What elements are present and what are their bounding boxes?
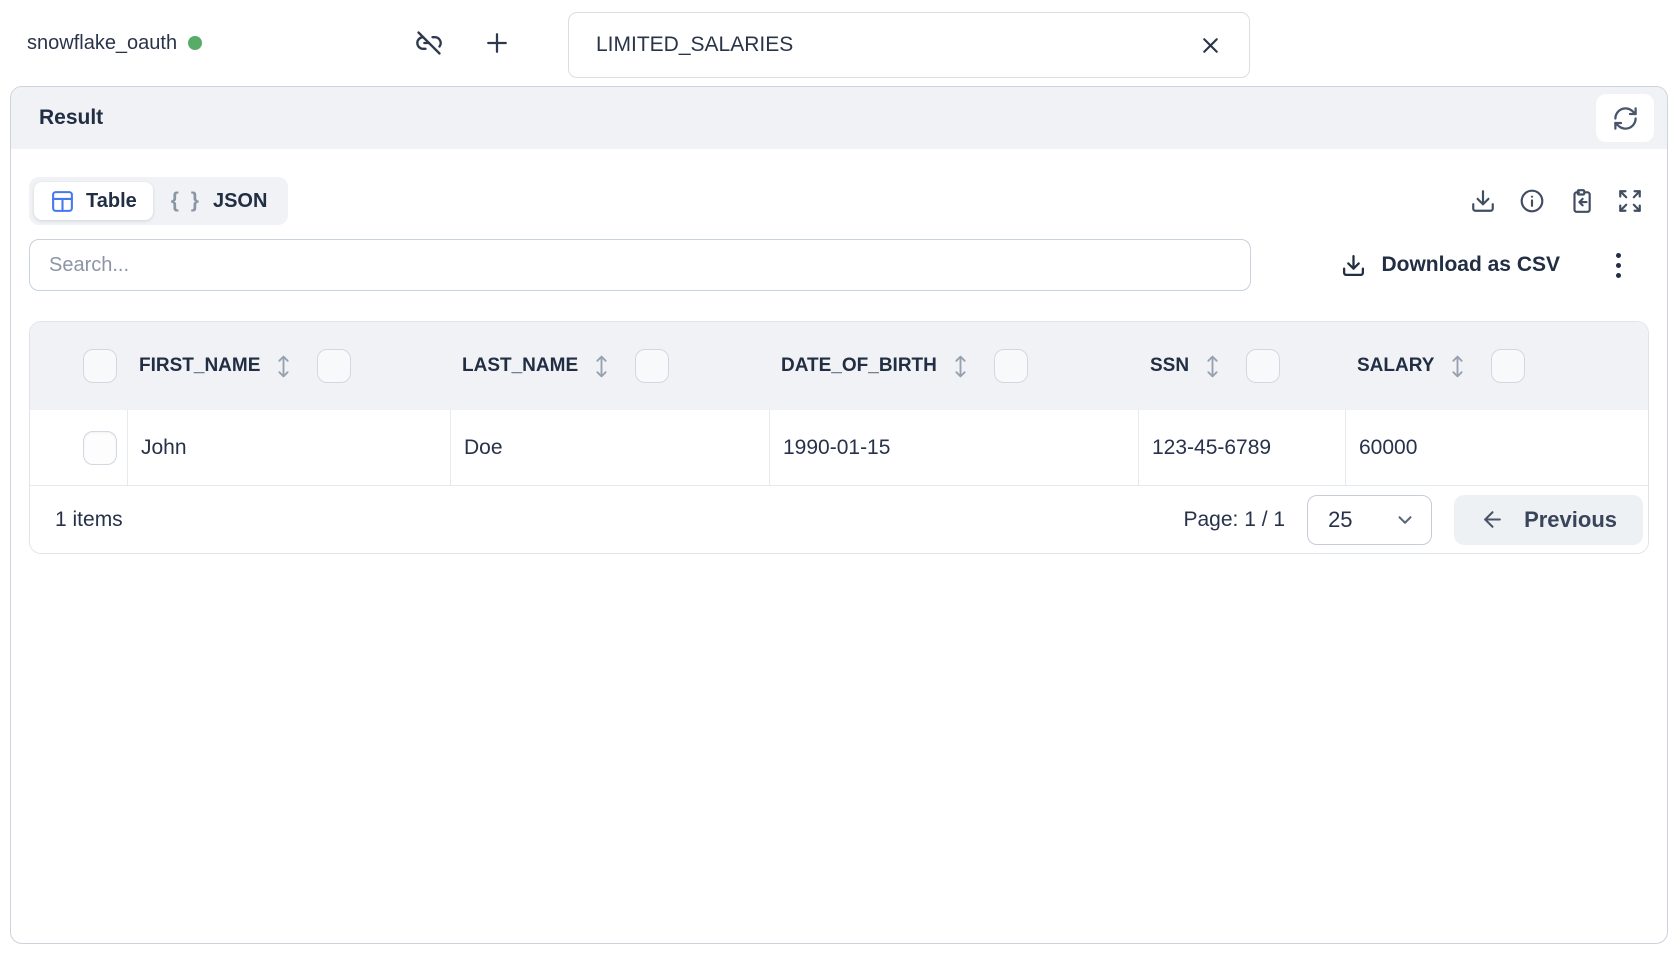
column-header-last-name: LAST_NAME bbox=[450, 322, 769, 410]
plus-icon bbox=[482, 28, 512, 58]
kebab-menu-icon bbox=[1616, 253, 1621, 258]
items-count: 1 items bbox=[55, 508, 123, 532]
page-size-value: 25 bbox=[1328, 507, 1352, 533]
sort-icon[interactable] bbox=[276, 353, 291, 380]
result-action-icons bbox=[1470, 188, 1643, 214]
refresh-icon bbox=[1612, 105, 1639, 132]
cell-ssn: 123-45-6789 bbox=[1138, 410, 1345, 485]
select-all-checkbox[interactable] bbox=[83, 349, 117, 383]
copy-to-clipboard-button[interactable] bbox=[1568, 188, 1594, 214]
column-checkbox[interactable] bbox=[635, 349, 669, 383]
cell-salary: 60000 bbox=[1345, 410, 1648, 485]
arrow-left-icon bbox=[1480, 507, 1505, 532]
column-checkbox[interactable] bbox=[1491, 349, 1525, 383]
tab-limited-salaries[interactable]: LIMITED_SALARIES bbox=[568, 12, 1250, 78]
page-indicator: Page: 1 / 1 bbox=[1183, 508, 1285, 532]
tab-json-view[interactable]: { } JSON bbox=[155, 182, 284, 220]
page-size-select[interactable]: 25 bbox=[1307, 495, 1432, 545]
download-icon bbox=[1341, 253, 1366, 278]
sort-icon[interactable] bbox=[1205, 353, 1220, 380]
download-csv-label: Download as CSV bbox=[1381, 253, 1560, 277]
column-header-date-of-birth: DATE_OF_BIRTH bbox=[769, 322, 1138, 410]
refresh-button[interactable] bbox=[1596, 94, 1654, 142]
previous-label: Previous bbox=[1524, 507, 1617, 533]
table-view-label: Table bbox=[86, 190, 137, 213]
add-tab-button[interactable] bbox=[474, 21, 520, 65]
result-info-button[interactable] bbox=[1519, 188, 1545, 214]
info-icon bbox=[1519, 188, 1545, 214]
cell-date-of-birth: 1990-01-15 bbox=[769, 410, 1138, 485]
cell-first-name: John bbox=[127, 410, 450, 485]
column-checkbox[interactable] bbox=[317, 349, 351, 383]
download-result-button[interactable] bbox=[1470, 188, 1496, 214]
column-header-first-name: FIRST_NAME bbox=[127, 322, 450, 410]
result-header: Result bbox=[11, 87, 1667, 149]
previous-page-button[interactable]: Previous bbox=[1454, 495, 1643, 545]
unlink-icon bbox=[415, 29, 443, 57]
clipboard-paste-icon bbox=[1568, 188, 1594, 214]
sort-icon[interactable] bbox=[1450, 353, 1465, 380]
column-label: LAST_NAME bbox=[462, 355, 578, 377]
column-header-salary: SALARY bbox=[1345, 322, 1648, 410]
expand-result-button[interactable] bbox=[1617, 188, 1643, 214]
search-input[interactable] bbox=[29, 239, 1251, 291]
table-header-row: FIRST_NAME LAST_NAME bbox=[30, 322, 1648, 410]
column-checkbox[interactable] bbox=[1246, 349, 1280, 383]
column-checkbox[interactable] bbox=[994, 349, 1028, 383]
download-icon bbox=[1470, 188, 1496, 214]
result-content: Table { } JSON bbox=[11, 177, 1667, 554]
result-table: FIRST_NAME LAST_NAME bbox=[29, 321, 1649, 554]
column-label: SALARY bbox=[1357, 355, 1434, 377]
row-checkbox[interactable] bbox=[83, 431, 117, 465]
column-label: SSN bbox=[1150, 355, 1189, 377]
table-icon bbox=[50, 189, 75, 214]
column-label: FIRST_NAME bbox=[139, 355, 260, 377]
disconnect-button[interactable] bbox=[406, 21, 452, 65]
connection-topbar: snowflake_oauth LIMITED_SALARIES bbox=[0, 0, 1680, 86]
sort-icon[interactable] bbox=[594, 353, 609, 380]
expand-icon bbox=[1617, 188, 1643, 214]
tab-table-view[interactable]: Table bbox=[34, 182, 153, 220]
connection-selector[interactable]: snowflake_oauth bbox=[27, 0, 202, 86]
row-select-cell bbox=[30, 410, 127, 485]
result-panel: Result Table bbox=[10, 86, 1668, 944]
tab-title: LIMITED_SALARIES bbox=[596, 33, 793, 57]
select-all-cell bbox=[30, 322, 127, 410]
chevron-down-icon bbox=[1394, 509, 1416, 531]
view-toggle-group: Table { } JSON bbox=[29, 177, 288, 225]
table-options-menu-button[interactable] bbox=[1612, 249, 1625, 282]
cell-last-name: Doe bbox=[450, 410, 769, 485]
close-icon bbox=[1198, 33, 1223, 58]
braces-icon: { } bbox=[171, 189, 202, 213]
tab-close-button[interactable] bbox=[1198, 33, 1223, 58]
connection-status-dot bbox=[188, 36, 202, 50]
sort-icon[interactable] bbox=[953, 353, 968, 380]
column-label: DATE_OF_BIRTH bbox=[781, 355, 937, 377]
table-footer: 1 items Page: 1 / 1 25 bbox=[30, 485, 1648, 553]
connection-name: snowflake_oauth bbox=[27, 32, 177, 55]
column-header-ssn: SSN bbox=[1138, 322, 1345, 410]
download-csv-button[interactable]: Download as CSV bbox=[1341, 253, 1560, 278]
json-view-label: JSON bbox=[213, 190, 267, 213]
table-row: John Doe 1990-01-15 123-45-6789 60000 bbox=[30, 410, 1648, 485]
result-title: Result bbox=[39, 106, 103, 130]
